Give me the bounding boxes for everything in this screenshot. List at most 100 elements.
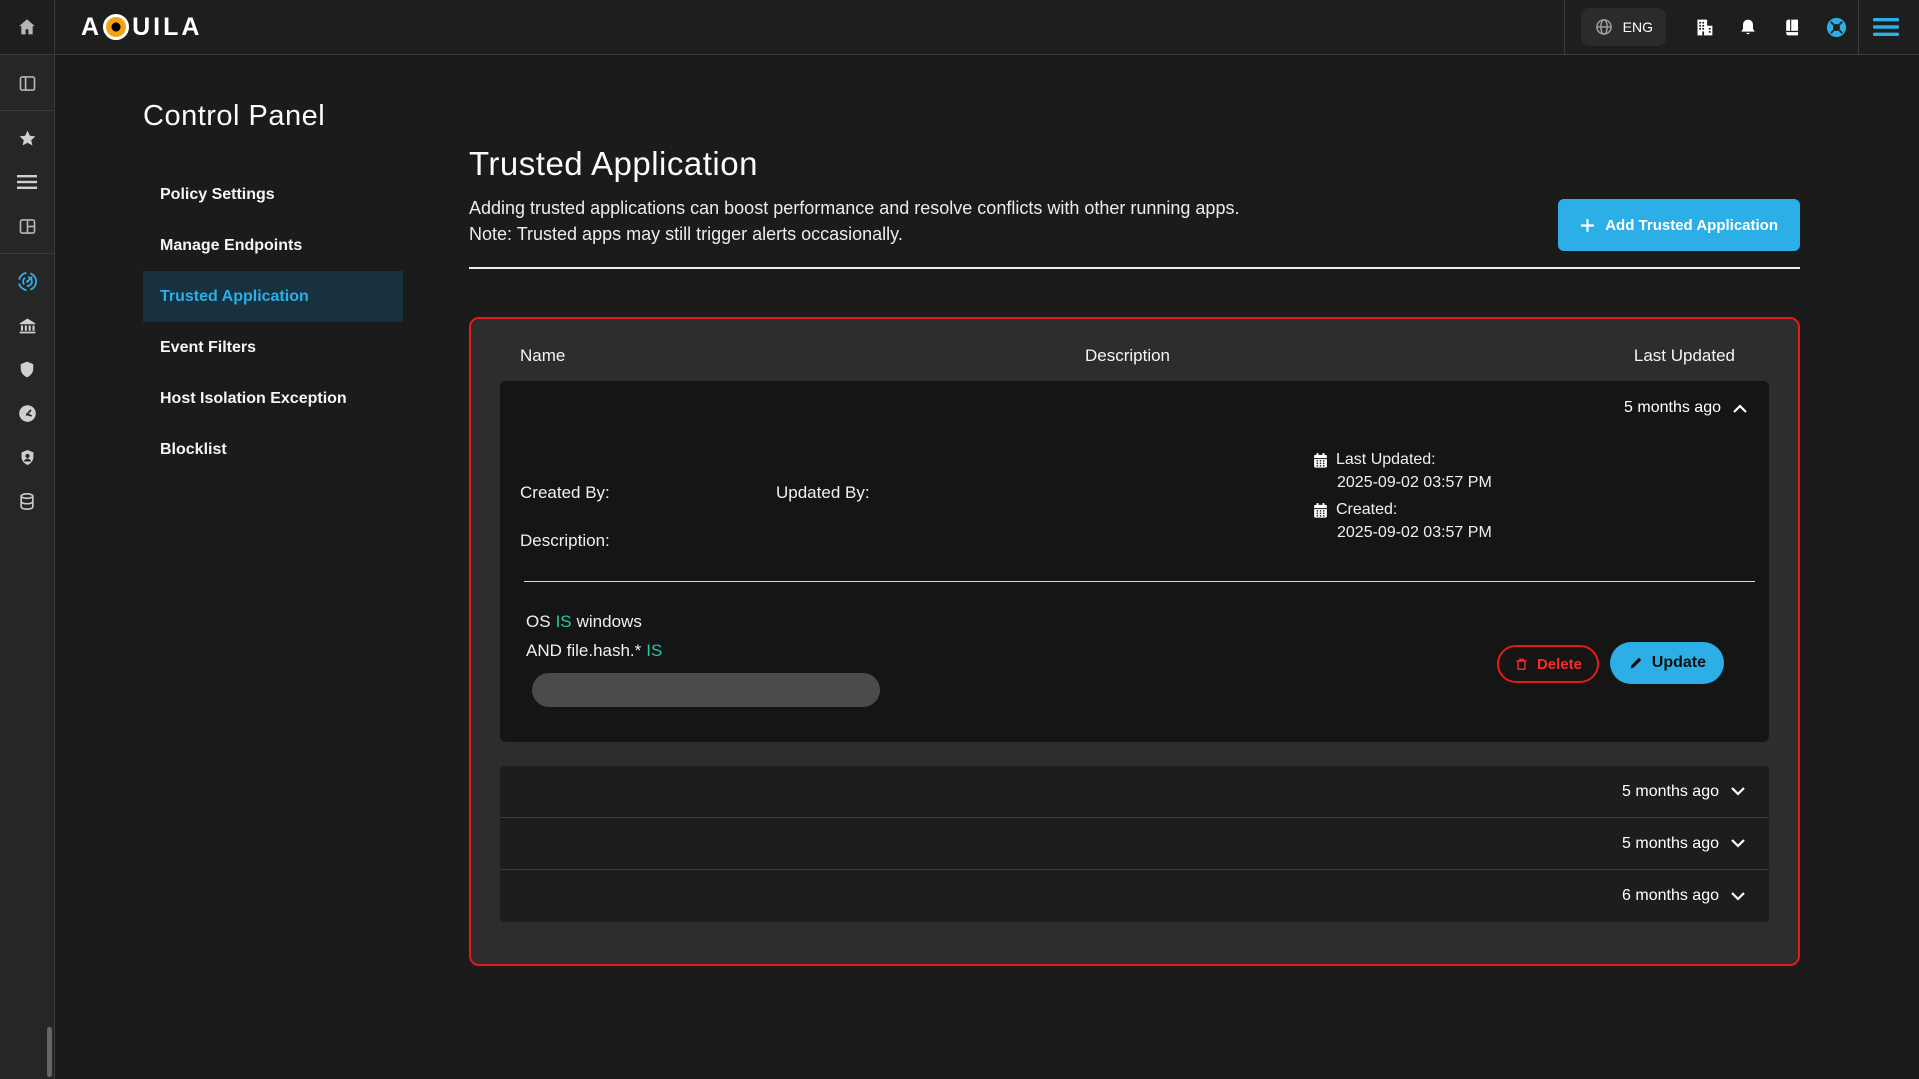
layout-grid-icon xyxy=(17,216,38,237)
menu-item-event-filters[interactable]: Event Filters xyxy=(143,322,403,373)
rule-operator: IS xyxy=(646,641,662,660)
relative-time-label: 5 months ago xyxy=(1622,835,1719,853)
organization-button[interactable] xyxy=(1682,0,1726,54)
delete-label: Delete xyxy=(1537,656,1582,673)
star-icon xyxy=(17,128,38,149)
created-value: 2025-09-02 03:57 PM xyxy=(1337,524,1492,542)
created-row: Created: xyxy=(1312,501,1492,519)
panel-toggle-button[interactable] xyxy=(0,61,55,105)
table-row[interactable]: 5 months ago xyxy=(500,766,1769,818)
help-lifebuoy-icon xyxy=(1825,16,1848,39)
menu-item-host-isolation-exception[interactable]: Host Isolation Exception xyxy=(143,373,403,424)
control-panel-menu: Policy Settings Manage Endpoints Trusted… xyxy=(143,169,403,475)
column-header-last-updated: Last Updated xyxy=(1330,346,1735,366)
data-storage-button[interactable] xyxy=(0,479,55,523)
control-panel-title: Control Panel xyxy=(143,100,469,133)
bell-icon xyxy=(1738,17,1758,38)
rule-field: AND file.hash.* xyxy=(526,641,641,660)
table-header: Name Description Last Updated xyxy=(500,341,1769,371)
control-panel-column: Control Panel Policy Settings Manage End… xyxy=(143,100,469,1079)
main-header-text: Trusted Application Adding trusted appli… xyxy=(469,145,1259,251)
page-description: Adding trusted applications can boost pe… xyxy=(469,195,1259,247)
app-logo: A UILA xyxy=(81,13,202,42)
topbar-divider xyxy=(1858,0,1859,54)
bank-icon xyxy=(17,315,38,336)
menu-item-blocklist[interactable]: Blocklist xyxy=(143,424,403,475)
update-label: Update xyxy=(1652,654,1706,672)
panel-left-icon xyxy=(17,73,38,94)
database-icon xyxy=(17,491,37,512)
header-divider xyxy=(469,267,1800,269)
calendar-icon xyxy=(1312,452,1329,469)
home-button[interactable] xyxy=(0,0,55,54)
language-selector[interactable]: ENG xyxy=(1581,8,1666,46)
relative-time-label: 5 months ago xyxy=(1622,783,1719,801)
notifications-button[interactable] xyxy=(1726,0,1770,54)
chevron-down-icon xyxy=(1731,787,1745,796)
admin-security-button[interactable] xyxy=(0,435,55,479)
table-row[interactable]: 5 months ago xyxy=(500,818,1769,870)
menu-item-trusted-application[interactable]: Trusted Application xyxy=(143,271,403,322)
menu-lines-icon xyxy=(17,174,37,190)
hash-value-field[interactable] xyxy=(532,673,880,707)
calendar-icon xyxy=(1312,502,1329,519)
globe-icon xyxy=(1594,17,1614,37)
home-icon xyxy=(16,16,38,38)
chevron-down-icon xyxy=(1731,892,1745,901)
rule-operator: IS xyxy=(556,612,572,631)
rule-value: windows xyxy=(577,612,642,631)
chevron-down-icon xyxy=(1731,839,1745,848)
expanded-row-card: 5 months ago Created By: Updated By: Des… xyxy=(500,381,1769,742)
favorites-button[interactable] xyxy=(0,116,55,160)
app-body: Control Panel Policy Settings Manage End… xyxy=(0,55,1919,1079)
radar-icon xyxy=(16,270,39,293)
collapsed-rows: 5 months ago 5 months ago 6 months ago xyxy=(500,766,1769,922)
protection-button[interactable] xyxy=(0,347,55,391)
plus-icon xyxy=(1580,218,1595,233)
menu-item-manage-endpoints[interactable]: Manage Endpoints xyxy=(143,220,403,271)
layout-button[interactable] xyxy=(0,204,55,248)
performance-button[interactable] xyxy=(0,391,55,435)
organization-rail-button[interactable] xyxy=(0,303,55,347)
card-divider xyxy=(524,581,1755,582)
page-title: Trusted Application xyxy=(469,145,1259,183)
rule-line-os: OS IS windows xyxy=(526,612,647,632)
logo-text-post: UILA xyxy=(132,13,202,42)
last-updated-row: Last Updated: xyxy=(1312,451,1492,469)
building-icon xyxy=(1694,17,1715,38)
timestamps-block: Last Updated: 2025-09-02 03:57 PM xyxy=(1312,451,1492,551)
icon-rail xyxy=(0,55,55,1079)
topbar-divider xyxy=(1564,0,1565,54)
threat-scan-button-active[interactable] xyxy=(0,259,55,303)
list-view-button[interactable] xyxy=(0,160,55,204)
menu-item-policy-settings[interactable]: Policy Settings xyxy=(143,169,403,220)
add-trusted-application-button[interactable]: Add Trusted Application xyxy=(1558,199,1800,251)
relative-time-label: 5 months ago xyxy=(1624,399,1721,417)
docs-button[interactable] xyxy=(1770,0,1814,54)
language-label: ENG xyxy=(1623,19,1653,35)
main-header: Trusted Application Adding trusted appli… xyxy=(469,145,1800,251)
hamburger-icon xyxy=(1873,17,1899,37)
delete-button[interactable]: Delete xyxy=(1497,645,1599,683)
row-collapse-toggle[interactable]: 5 months ago xyxy=(1624,399,1747,417)
column-header-description: Description xyxy=(925,346,1330,366)
main-column: Trusted Application Adding trusted appli… xyxy=(469,100,1919,1079)
main-menu-button[interactable] xyxy=(1873,17,1899,37)
logo-text-pre: A xyxy=(81,13,102,42)
help-button[interactable] xyxy=(1814,0,1858,54)
update-button[interactable]: Update xyxy=(1610,642,1724,684)
last-updated-value: 2025-09-02 03:57 PM xyxy=(1337,474,1492,492)
rail-scrollbar-thumb[interactable] xyxy=(47,1027,52,1077)
shield-icon xyxy=(17,359,37,380)
column-header-name: Name xyxy=(520,346,925,366)
rule-line-file-hash: AND file.hash.* IS xyxy=(526,641,667,661)
add-trusted-application-label: Add Trusted Application xyxy=(1605,217,1778,234)
rail-divider xyxy=(0,110,54,111)
table-row[interactable]: 6 months ago xyxy=(500,870,1769,922)
book-icon xyxy=(1783,17,1802,38)
user-shield-icon xyxy=(18,447,37,468)
rule-field: OS xyxy=(526,612,551,631)
gauge-icon xyxy=(17,403,38,424)
updated-by-label: Updated By: xyxy=(776,483,870,503)
trusted-application-panel: Name Description Last Updated 5 months a… xyxy=(469,317,1800,966)
